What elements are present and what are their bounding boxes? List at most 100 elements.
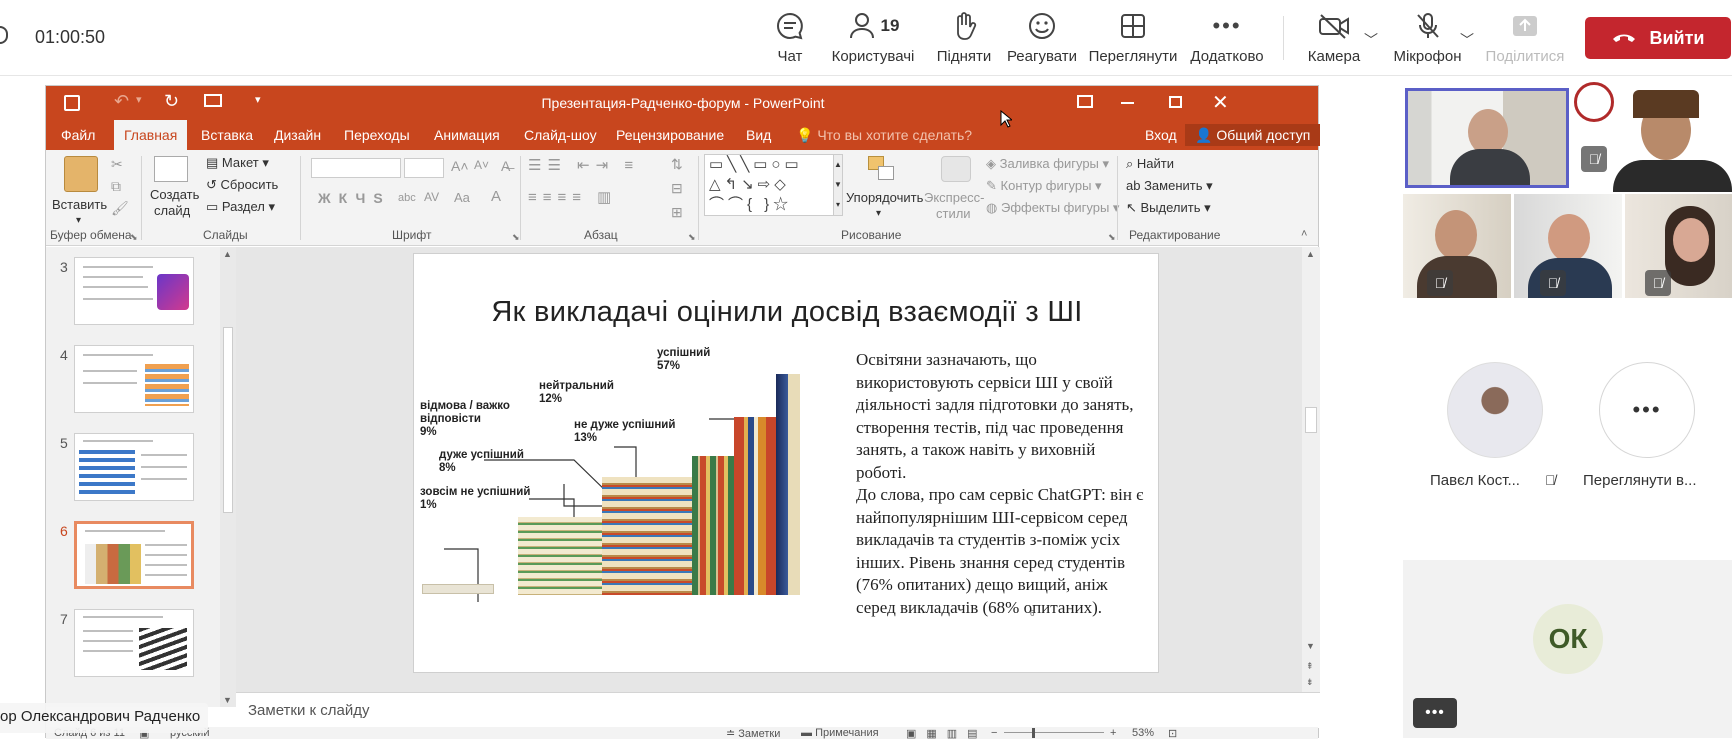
shapes-gallery[interactable]: ▭╲╲▭○▭ △↰↘⇨◇ ⌒⌒{ }☆ [704,154,834,216]
collapse-ribbon-icon[interactable]: ˄ [1301,228,1307,240]
zoom-out-icon[interactable]: − [991,727,997,739]
slide-thumbnail-5[interactable] [74,433,194,501]
video-tile-5[interactable]: 🎙̸ [1625,194,1732,298]
tab-insert[interactable]: Вставка [201,127,253,143]
mic-options-chevron-icon[interactable]: ﹀ [1460,30,1474,50]
people-button[interactable]: 19 Користувачі [818,10,928,65]
slide-thumbnail-4[interactable] [74,345,194,413]
tab-home[interactable]: Главная [114,120,188,150]
next-slide-icon[interactable]: ⇟ [1306,677,1314,688]
change-case-icon[interactable]: Aa [454,190,470,205]
tab-file[interactable]: Файл [61,127,95,143]
more-button[interactable]: ••• Додатково [1182,10,1272,65]
signin-link[interactable]: Вход [1145,127,1177,143]
current-slide[interactable]: Як викладачі оцінили досвід взаємодії з … [413,253,1159,673]
tab-design[interactable]: Дизайн [274,127,321,143]
thumbnails-scroll-thumb[interactable] [223,327,233,513]
shape-fill-button[interactable]: ◈ Заливка фигуры ▾ [986,156,1109,172]
reset-button[interactable]: ↺ Сбросить [206,177,278,193]
view-button[interactable]: Переглянути [1088,10,1178,65]
align-buttons[interactable]: ≡≡≡≡ ▥ [528,188,617,206]
smartart-icon[interactable]: ⊞ [671,204,683,221]
slide-thumbnail-3[interactable] [74,257,194,325]
copy-icon[interactable]: ⧉ [111,178,121,195]
camera-options-chevron-icon[interactable]: ﹀ [1364,30,1378,50]
format-painter-icon[interactable]: 🖌 [111,200,129,217]
shapes-gallery-scroll[interactable]: ▲ ▼ ▾ [833,154,843,216]
leave-button[interactable]: Вийти [1585,17,1731,59]
strikethrough-icon[interactable]: abc [398,192,416,204]
slide-thumbnail-6[interactable] [74,521,194,589]
fit-to-window-icon[interactable]: ⊡ [1168,727,1177,740]
more-participants-label[interactable]: Переглянути в... [1583,472,1697,489]
tab-transitions[interactable]: Переходы [344,127,410,143]
previous-slide-icon[interactable]: ⇞ [1306,661,1314,672]
quick-styles-label-2[interactable]: стили [936,206,971,221]
zoom-slider-thumb[interactable] [1032,728,1035,738]
font-family-select[interactable] [311,158,401,178]
zoom-slider[interactable] [1004,732,1104,733]
video-tile-4[interactable]: 🎙̸ [1514,194,1622,298]
new-slide-label-1[interactable]: Создать [150,187,199,202]
paste-icon[interactable] [64,156,98,192]
new-slide-icon[interactable] [154,156,188,182]
paste-dropdown-icon[interactable]: ▾ [76,215,81,226]
slide-vertical-scrollbar[interactable]: ▲ ▼ ⇞ ⇟ [1302,247,1320,692]
font-color-icon[interactable]: A [491,188,501,205]
paste-label[interactable]: Вставить [52,197,107,212]
quick-styles-label-1[interactable]: Экспресс- [924,190,985,205]
arrange-label[interactable]: Упорядочить [846,190,923,205]
zoom-in-icon[interactable]: + [1110,727,1116,739]
view-mode-buttons[interactable]: ▣▦▥▤ [906,727,988,740]
scroll-up-icon[interactable]: ▲ [1306,249,1315,259]
font-launcher-icon[interactable]: ⬊ [512,232,520,243]
slide-thumbnail-7[interactable] [74,609,194,677]
list-buttons[interactable]: ☰☰ ⇤⇥ ≡ [528,156,639,174]
drawing-launcher-icon[interactable]: ⬊ [1108,232,1116,243]
video-tile-3[interactable]: 🎙̸ [1403,194,1511,298]
share-access-button[interactable]: 👤 Общий доступ [1185,124,1321,146]
tab-view[interactable]: Вид [746,127,771,143]
font-style-buttons[interactable]: ЖКЧS [318,190,391,206]
minimize-icon[interactable] [1121,102,1134,104]
clipboard-launcher-icon[interactable]: ⬊ [130,232,138,243]
maximize-icon[interactable] [1169,96,1182,108]
ribbon-display-icon[interactable] [1077,95,1093,108]
tab-review[interactable]: Рецензирование [616,127,724,143]
scroll-down-icon[interactable]: ▼ [223,695,232,705]
close-icon[interactable]: ✕ [1212,90,1229,115]
self-view-more-button[interactable]: ••• [1413,698,1457,728]
raise-hand-button[interactable]: Підняти [919,10,1009,65]
clear-format-icon[interactable]: A̶ [501,158,510,174]
slide-notes-pane[interactable]: Заметки к слайду [236,692,1320,728]
notes-toggle-button[interactable]: ≐ Заметки [726,727,780,740]
shrink-font-icon[interactable]: A˅ [474,158,489,172]
video-tile-active-speaker[interactable] [1405,88,1569,188]
scroll-down-icon[interactable]: ▼ [1306,641,1315,651]
new-slide-label-2[interactable]: слайд [154,203,190,218]
tell-me-search[interactable]: 💡 Что вы хотите сделать? [796,127,972,144]
find-button[interactable]: ⌕ Найти [1126,156,1174,172]
text-direction-icon[interactable]: ⇅ [671,156,683,173]
shape-effects-button[interactable]: ◍ Эффекты фигуры ▾ [986,200,1119,216]
react-button[interactable]: Реагувати [997,10,1087,65]
section-button[interactable]: ▭ Раздел ▾ [206,199,275,215]
select-button[interactable]: ↖ Выделить ▾ [1126,200,1211,216]
arrange-dropdown-icon[interactable]: ▾ [876,208,881,219]
tab-slideshow[interactable]: Слайд-шоу [524,127,597,143]
arrange-icon[interactable] [868,156,896,182]
tab-animations[interactable]: Анимация [434,127,500,143]
more-participants-avatar[interactable]: ••• [1599,362,1695,458]
layout-button[interactable]: ▤ Макет ▾ [206,155,269,171]
scroll-up-icon[interactable]: ▲ [223,249,232,259]
replace-button[interactable]: ab Заменить ▾ [1126,178,1213,194]
participant-avatar-photo[interactable] [1447,362,1543,458]
grow-font-icon[interactable]: A˄ [451,158,469,174]
shape-outline-button[interactable]: ✎ Контур фигуры ▾ [986,178,1102,194]
char-spacing-icon[interactable]: AV [424,190,439,204]
paragraph-launcher-icon[interactable]: ⬊ [688,232,696,243]
quick-styles-icon[interactable] [941,156,971,182]
font-size-select[interactable] [404,158,444,178]
cut-icon[interactable]: ✂ [111,156,123,173]
thumbnails-scrollbar[interactable]: ▲ ▼ [220,247,236,707]
